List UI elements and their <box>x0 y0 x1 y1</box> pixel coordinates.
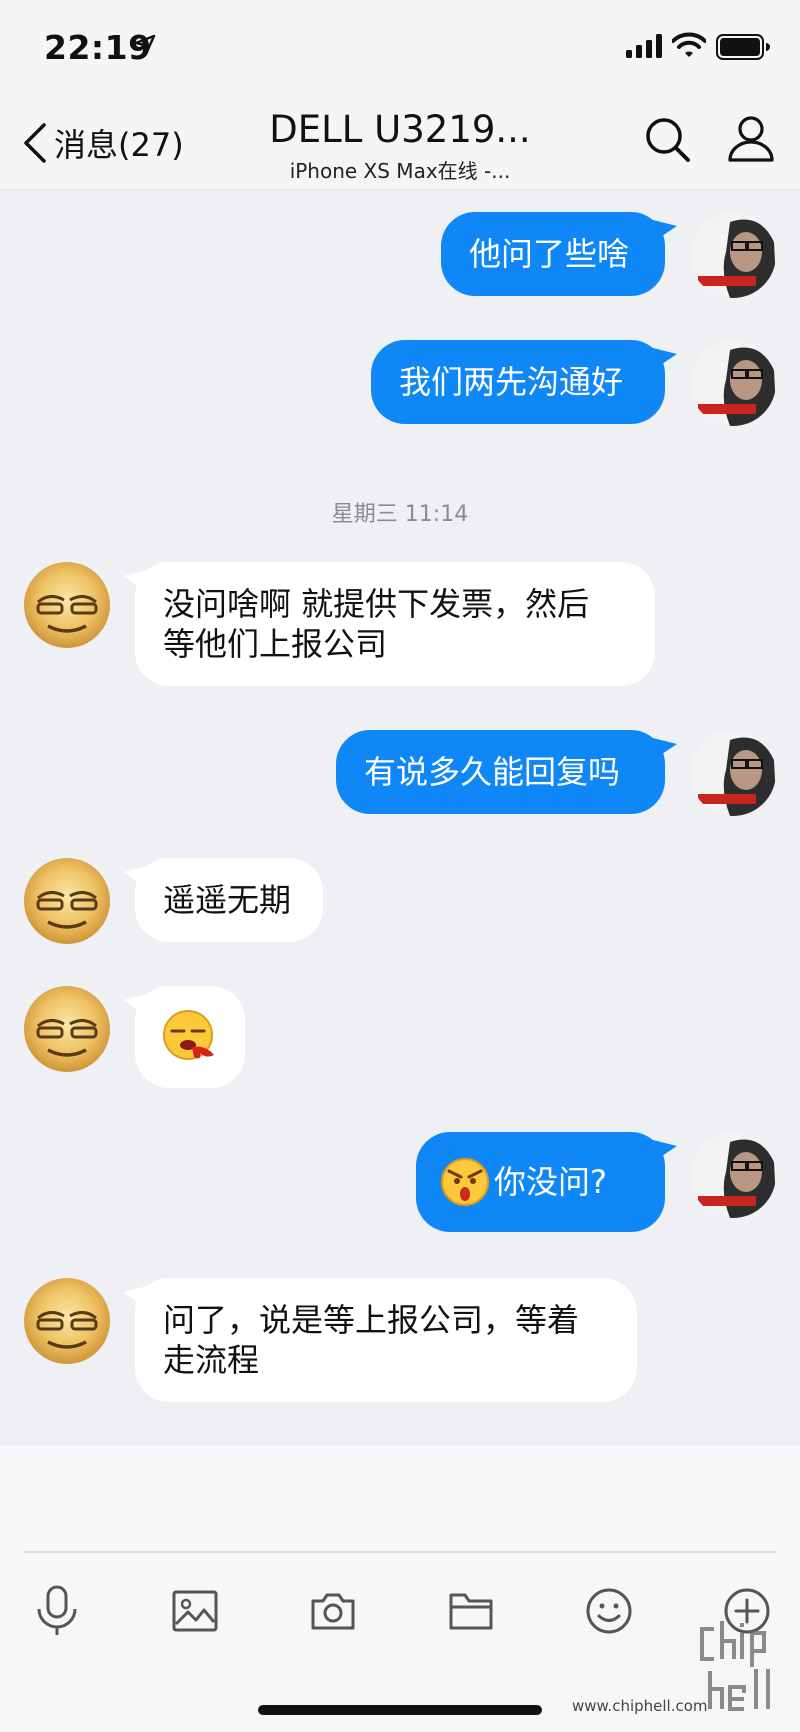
back-label: 消息(27) <box>54 126 184 164</box>
camera-icon <box>311 1593 355 1630</box>
person-icon[interactable] <box>726 114 776 164</box>
outgoing-message[interactable]: 有说多久能回复吗 <box>336 730 677 814</box>
camera-button[interactable] <box>303 1581 363 1641</box>
smiley-icon <box>586 1588 632 1634</box>
message-text: 我们两先沟通好 <box>399 363 624 401</box>
message-text: 他问了些啥 <box>469 235 630 273</box>
contact-avatar[interactable] <box>24 1278 110 1364</box>
message-text: 有说多久能回复吗 <box>364 753 621 791</box>
chiphell-watermark-logo <box>700 1621 770 1711</box>
angry-emoji <box>441 1158 489 1206</box>
input-panel: www.chiphell.com <box>0 1445 800 1732</box>
search-icon[interactable] <box>644 116 692 164</box>
message-text-line-1: 问了，说是等上报公司，等着 <box>163 1301 580 1339</box>
incoming-message[interactable]: 问了，说是等上报公司，等着 走流程 <box>123 1278 637 1402</box>
folder-icon <box>449 1593 493 1630</box>
message-text: 遥遥无期 <box>163 881 292 919</box>
my-avatar[interactable] <box>690 730 776 816</box>
my-avatar[interactable] <box>690 1132 776 1218</box>
outgoing-message[interactable]: 他问了些啥 <box>441 212 677 296</box>
smug-face-avatar <box>24 562 110 648</box>
chevron-left-icon <box>24 123 46 163</box>
microphone-icon <box>37 1585 77 1635</box>
nav-bar: 消息(27) DELL U3219... iPhone XS Max在线 -..… <box>0 100 800 190</box>
image-icon <box>172 1590 218 1632</box>
wifi-icon <box>672 32 706 57</box>
contact-avatar[interactable] <box>24 858 110 944</box>
emoji-button[interactable] <box>579 1581 639 1641</box>
contact-avatar[interactable] <box>24 562 110 648</box>
file-button[interactable] <box>441 1581 501 1641</box>
my-avatar[interactable] <box>690 212 776 298</box>
image-button[interactable] <box>165 1581 225 1641</box>
status-bar: 22:19 <box>0 0 800 100</box>
chat-title-block[interactable]: DELL U3219... iPhone XS Max在线 -... <box>240 108 560 184</box>
chat-title: DELL U3219... <box>269 108 531 151</box>
message-text-line-2: 等他们上报公司 <box>163 625 388 663</box>
my-avatar[interactable] <box>690 340 776 426</box>
smug-face-avatar <box>24 1278 110 1364</box>
avatar-photo <box>690 1132 776 1218</box>
message-text-line-1: 没问啥啊 就提供下发票，然后 <box>163 585 590 623</box>
chat-subtitle: iPhone XS Max在线 -... <box>289 159 511 183</box>
outgoing-message[interactable]: 我们两先沟通好 <box>371 340 677 424</box>
smug-face-avatar <box>24 986 110 1072</box>
location-arrow-icon <box>134 34 156 56</box>
watermark-url: www.chiphell.com <box>572 1697 708 1715</box>
incoming-message[interactable]: 没问啥啊 就提供下发票，然后 等他们上报公司 <box>123 562 655 686</box>
incoming-message[interactable] <box>123 986 245 1088</box>
outgoing-message[interactable]: 你没问? <box>416 1132 677 1232</box>
incoming-message[interactable]: 遥遥无期 <box>123 858 323 942</box>
message-text-line-2: 走流程 <box>163 1341 260 1379</box>
voice-button[interactable] <box>27 1581 87 1641</box>
home-indicator[interactable] <box>258 1705 542 1715</box>
cellular-signal-icon <box>626 34 662 58</box>
battery-icon <box>716 34 770 60</box>
text-input-field[interactable] <box>24 1551 776 1553</box>
message-timestamp: 星期三 11:14 <box>331 502 469 527</box>
spitting-blood-emoji <box>163 1010 214 1060</box>
message-text: 你没问? <box>494 1163 607 1201</box>
message-list[interactable]: 他问了些啥 我们两先沟通好 星期三 11:14 没问啥啊 就提供下发票，然后 等… <box>0 190 800 1445</box>
smug-face-avatar <box>24 858 110 944</box>
avatar-photo <box>690 730 776 816</box>
contact-avatar[interactable] <box>24 986 110 1072</box>
avatar-photo <box>690 212 776 298</box>
avatar-photo <box>690 340 776 426</box>
back-button[interactable]: 消息(27) <box>22 118 184 168</box>
